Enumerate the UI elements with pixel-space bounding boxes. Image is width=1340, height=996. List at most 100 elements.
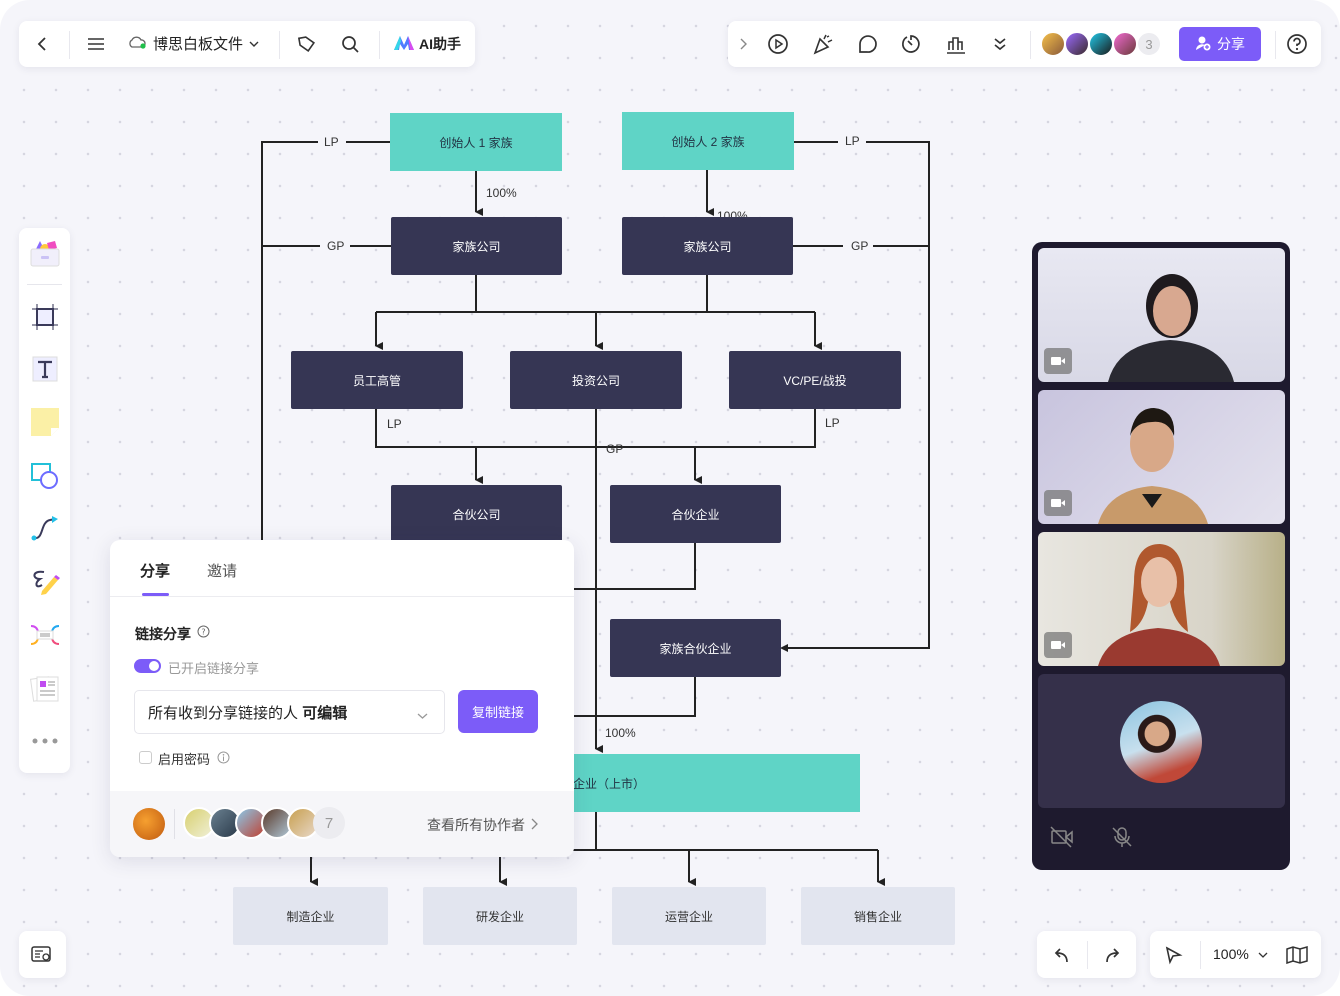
undo-icon[interactable]	[1050, 944, 1072, 966]
help-icon[interactable]: ?	[197, 625, 210, 643]
label-pct: 100%	[605, 726, 636, 740]
present-icon[interactable]	[767, 33, 789, 55]
copy-link-button[interactable]: 复制链接	[458, 690, 538, 733]
node-founder2[interactable]: 创始人 2 家族	[622, 112, 794, 170]
avatar[interactable]	[1112, 31, 1138, 57]
label-gp: GP	[606, 442, 624, 456]
label-pct: 100%	[486, 186, 517, 200]
node-founder1[interactable]: 创始人 1 家族	[390, 113, 562, 171]
link-share-title: 链接分享	[135, 626, 191, 642]
comment-icon[interactable]	[856, 33, 878, 55]
back-icon[interactable]	[31, 33, 53, 55]
shape-icon[interactable]	[29, 460, 60, 491]
zoom-level: 100%	[1213, 946, 1249, 962]
node-subsidiary[interactable]: 制造企业	[233, 887, 388, 945]
label-lp: LP	[845, 134, 860, 148]
sticky-note-icon[interactable]	[29, 406, 60, 437]
permission-level: 可编辑	[302, 704, 348, 722]
cloud-sync-icon	[127, 35, 147, 53]
celebrate-icon[interactable]	[812, 33, 834, 55]
permission-audience: 所有收到分享链接的人	[148, 704, 299, 722]
chevron-down-icon	[1258, 946, 1268, 962]
map-icon[interactable]	[1286, 944, 1308, 966]
node-subsidiary[interactable]: 运营企业	[612, 887, 766, 945]
collaborators-footer: 7 查看所有协作者	[110, 791, 574, 857]
ai-logo-icon	[393, 35, 415, 54]
node-family-partner-ent[interactable]: 家族合伙企业	[610, 619, 781, 677]
share-label: 分享	[1217, 36, 1245, 52]
video-tile[interactable]	[1038, 390, 1285, 524]
minimap-toggle-button[interactable]	[19, 931, 66, 978]
node-vc[interactable]: VC/PE/战投	[729, 351, 901, 409]
help-icon[interactable]	[1286, 33, 1308, 55]
connector-icon[interactable]	[29, 513, 60, 544]
info-icon	[217, 751, 230, 769]
ai-assistant-button[interactable]: AI助手	[393, 34, 461, 54]
video-call-panel	[1032, 242, 1290, 870]
camera-off-icon[interactable]	[1048, 824, 1076, 850]
timer-icon[interactable]	[900, 33, 922, 55]
connector-lp-left	[261, 141, 390, 540]
expand-icon[interactable]	[736, 35, 750, 53]
text-icon[interactable]	[29, 353, 60, 384]
avatar[interactable]	[1088, 31, 1114, 57]
owner-avatar[interactable]	[133, 808, 165, 840]
file-name: 博思白板文件	[153, 36, 244, 53]
label-lp: LP	[825, 416, 840, 430]
node-subsidiary[interactable]: 研发企业	[423, 887, 577, 945]
camera-on-icon	[1044, 348, 1072, 374]
redo-icon[interactable]	[1102, 944, 1124, 966]
link-share-toggle[interactable]	[134, 659, 161, 673]
node-partner-co[interactable]: 合伙公司	[391, 485, 562, 543]
file-name-dropdown[interactable]: 博思白板文件	[127, 33, 259, 54]
node-family-co2[interactable]: 家族公司	[622, 217, 793, 275]
chevron-down-icon	[417, 707, 428, 724]
label-lp: LP	[387, 417, 402, 431]
camera-on-icon	[1044, 490, 1072, 516]
label-lp: LP	[324, 135, 339, 149]
more-icon[interactable]	[989, 33, 1011, 55]
share-button[interactable]: 分享	[1179, 27, 1261, 61]
chevron-right-icon	[531, 817, 538, 833]
node-subsidiary[interactable]: 销售企业	[801, 887, 955, 945]
node-family-co1[interactable]: 家族公司	[391, 217, 562, 275]
avatar[interactable]	[1040, 31, 1066, 57]
avatar-overflow-count[interactable]: 3	[1136, 31, 1162, 57]
tab-invite[interactable]: 邀请	[207, 560, 237, 581]
tag-icon[interactable]	[296, 33, 318, 55]
label-gp: GP	[327, 239, 345, 253]
tab-share[interactable]: 分享	[140, 560, 170, 581]
history-controls	[1037, 931, 1136, 978]
card-view-icon	[31, 944, 53, 964]
video-tile[interactable]	[1038, 248, 1285, 382]
pen-icon[interactable]	[29, 566, 60, 597]
password-checkbox[interactable]	[139, 751, 152, 764]
permission-select[interactable]: 所有收到分享链接的人 可编辑	[134, 690, 445, 734]
view-all-collaborators-link[interactable]: 查看所有协作者	[427, 815, 538, 835]
frame-icon[interactable]	[29, 301, 60, 332]
participant-avatar	[1120, 701, 1202, 783]
more-tools-icon[interactable]	[29, 731, 60, 751]
document-icon[interactable]	[29, 673, 60, 704]
menu-icon[interactable]	[85, 33, 107, 55]
node-partner-ent[interactable]: 合伙企业	[610, 485, 781, 543]
add-user-icon	[1195, 35, 1211, 54]
video-tile[interactable]	[1038, 532, 1285, 666]
top-right-toolbar: 3 分享	[728, 21, 1321, 67]
search-icon[interactable]	[339, 33, 361, 55]
vote-icon[interactable]	[945, 33, 967, 55]
mindmap-icon[interactable]	[29, 619, 60, 650]
avatar[interactable]	[1064, 31, 1090, 57]
node-employees[interactable]: 员工高管	[291, 351, 463, 409]
video-tile-camera-off[interactable]	[1038, 674, 1285, 808]
collaborator-count[interactable]: 7	[313, 807, 345, 839]
svg-text:?: ?	[201, 628, 205, 637]
top-left-toolbar: 博思白板文件 AI助手	[19, 21, 475, 67]
mic-off-icon[interactable]	[1108, 824, 1136, 850]
select-cursor-icon[interactable]	[1162, 944, 1184, 966]
view-all-label: 查看所有协作者	[427, 817, 525, 833]
share-panel: 分享 邀请 链接分享 ? 已开启链接分享 所有收到分享链接的人 可编辑 复制链接…	[110, 540, 574, 857]
node-investment-co[interactable]: 投资公司	[510, 351, 682, 409]
zoom-dropdown[interactable]: 100%	[1213, 946, 1268, 962]
template-icon[interactable]	[29, 238, 60, 268]
